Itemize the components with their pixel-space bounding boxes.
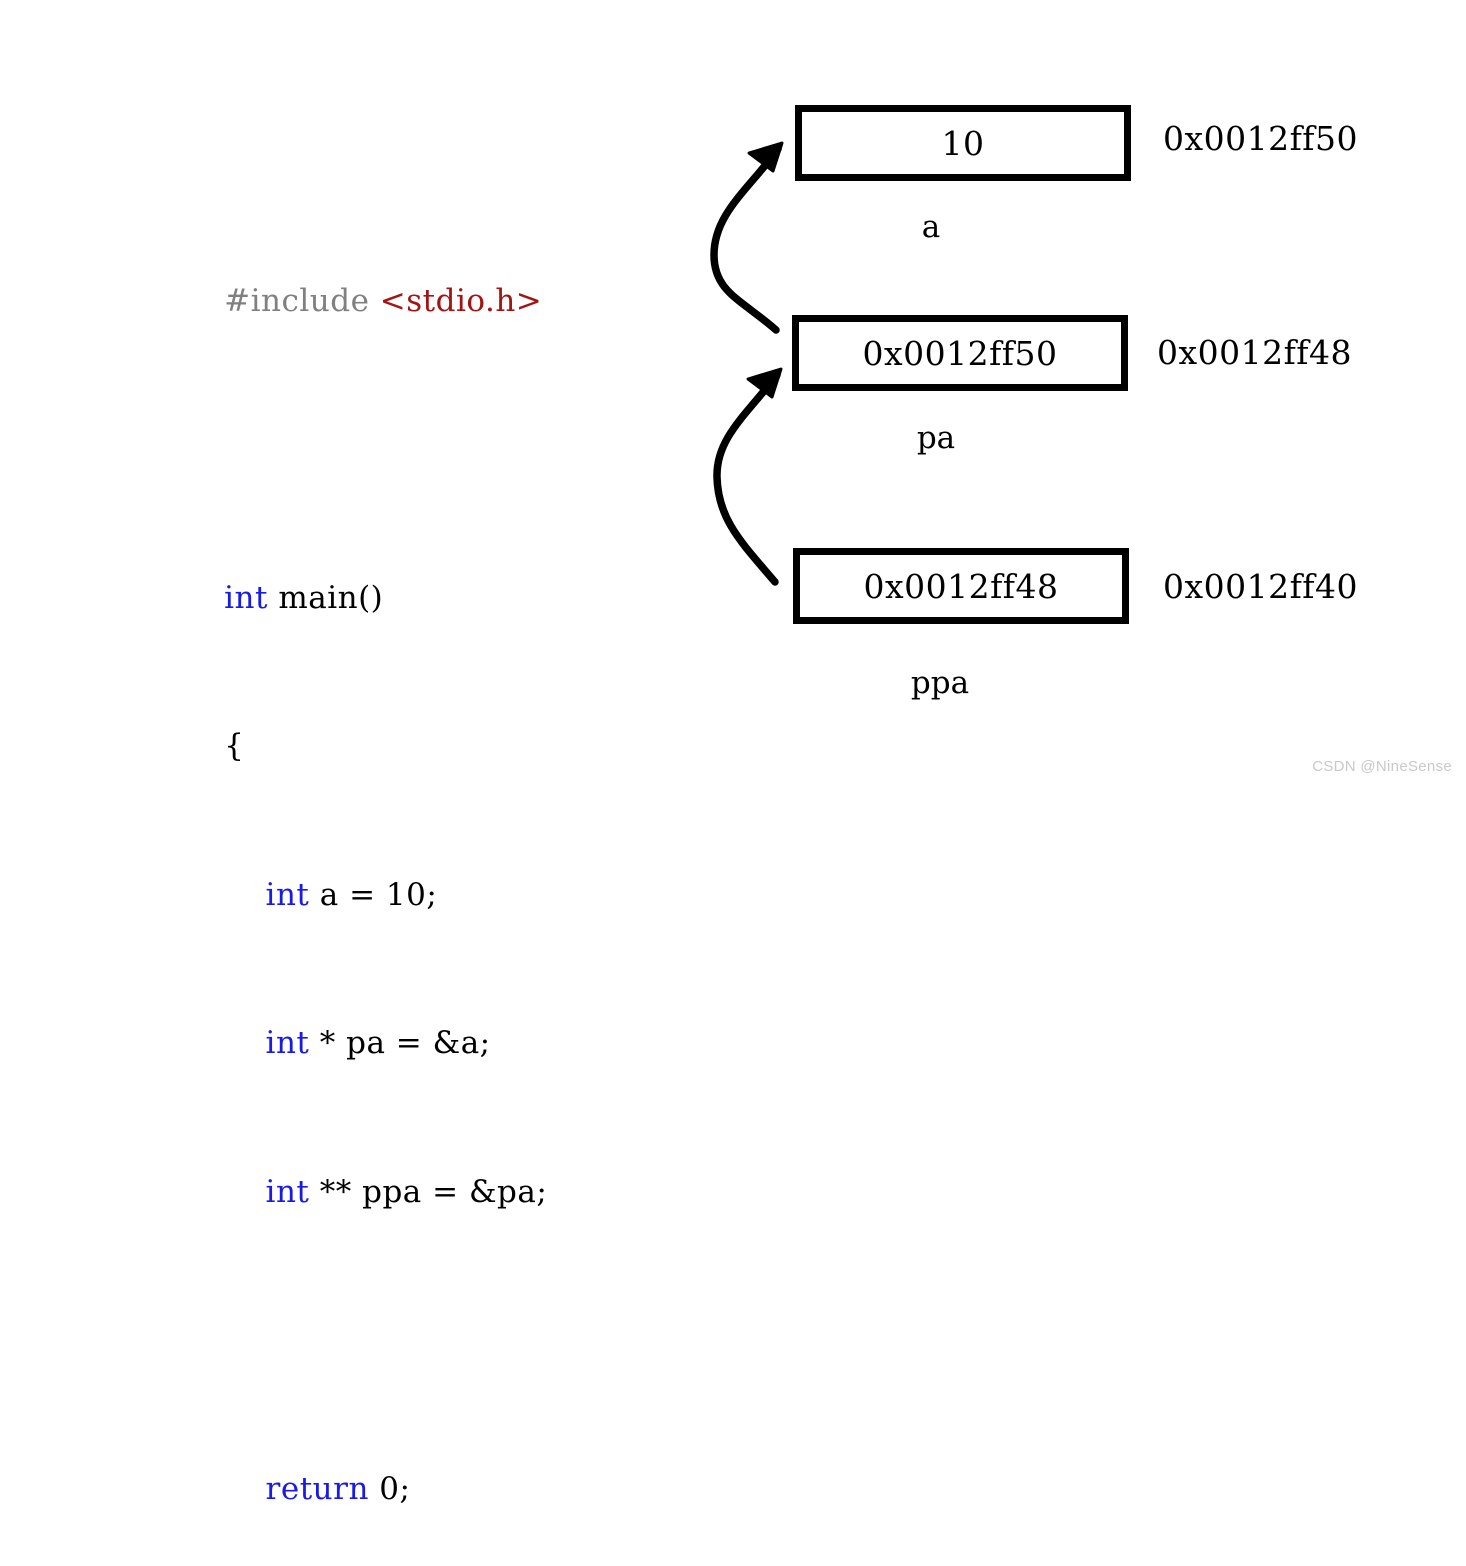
code-token-keyword: int bbox=[224, 580, 268, 616]
memory-cell-value: 10 bbox=[942, 127, 985, 160]
memory-cell-address-ppa: 0x0012ff40 bbox=[1163, 570, 1358, 603]
code-token-indent bbox=[224, 877, 265, 913]
memory-cell-ppa: 0x0012ff48 bbox=[793, 548, 1129, 624]
pointer-arrow-ppa-to-pa bbox=[717, 369, 781, 582]
code-token-plain: * pa = &a; bbox=[309, 1025, 490, 1061]
pointer-arrow-pa-to-a bbox=[714, 143, 782, 330]
memory-cell-label-pa: pa bbox=[871, 423, 1001, 454]
code-line-blank bbox=[162, 1267, 682, 1317]
code-token-keyword: int bbox=[266, 1025, 310, 1061]
code-line: { bbox=[162, 673, 682, 723]
code-line: int * pa = &a; bbox=[162, 970, 682, 1020]
code-token-keyword: int bbox=[266, 877, 310, 913]
code-token-plain: a = 10; bbox=[309, 877, 437, 913]
memory-cell-value: 0x0012ff50 bbox=[862, 337, 1057, 370]
memory-cell-a: 10 bbox=[795, 105, 1131, 181]
code-token-indent bbox=[224, 1471, 265, 1507]
code-line: #include <stdio.h> bbox=[162, 227, 682, 277]
code-token-plain: main() bbox=[268, 580, 383, 616]
memory-cell-address-pa: 0x0012ff48 bbox=[1157, 336, 1352, 369]
code-token-preprocessor: #include bbox=[224, 283, 380, 319]
code-token-keyword: return bbox=[266, 1471, 369, 1507]
code-line: return 0; bbox=[162, 1415, 682, 1465]
code-token-plain: ** ppa = &pa; bbox=[309, 1174, 547, 1210]
code-block: #include <stdio.h> int main() { int a = … bbox=[162, 128, 682, 1566]
code-token-plain: { bbox=[224, 728, 244, 764]
code-token-indent bbox=[224, 1174, 265, 1210]
code-token-plain: 0; bbox=[369, 1471, 411, 1507]
code-line-blank bbox=[162, 376, 682, 426]
memory-cell-value: 0x0012ff48 bbox=[863, 570, 1058, 603]
diagram-canvas: #include <stdio.h> int main() { int a = … bbox=[0, 0, 1466, 783]
memory-cell-pa: 0x0012ff50 bbox=[792, 315, 1128, 391]
watermark: CSDN @NineSense bbox=[1312, 758, 1452, 775]
code-line: } bbox=[162, 1564, 682, 1566]
memory-cell-address-a: 0x0012ff50 bbox=[1163, 122, 1358, 155]
memory-cell-label-ppa: ppa bbox=[875, 668, 1005, 699]
code-token-keyword: int bbox=[266, 1174, 310, 1210]
code-line: int main() bbox=[162, 524, 682, 574]
code-line: int a = 10; bbox=[162, 821, 682, 871]
code-token-indent bbox=[224, 1025, 265, 1061]
memory-cell-label-a: a bbox=[866, 212, 996, 243]
code-line: int ** ppa = &pa; bbox=[162, 1118, 682, 1168]
code-token-header: <stdio.h> bbox=[380, 283, 543, 319]
